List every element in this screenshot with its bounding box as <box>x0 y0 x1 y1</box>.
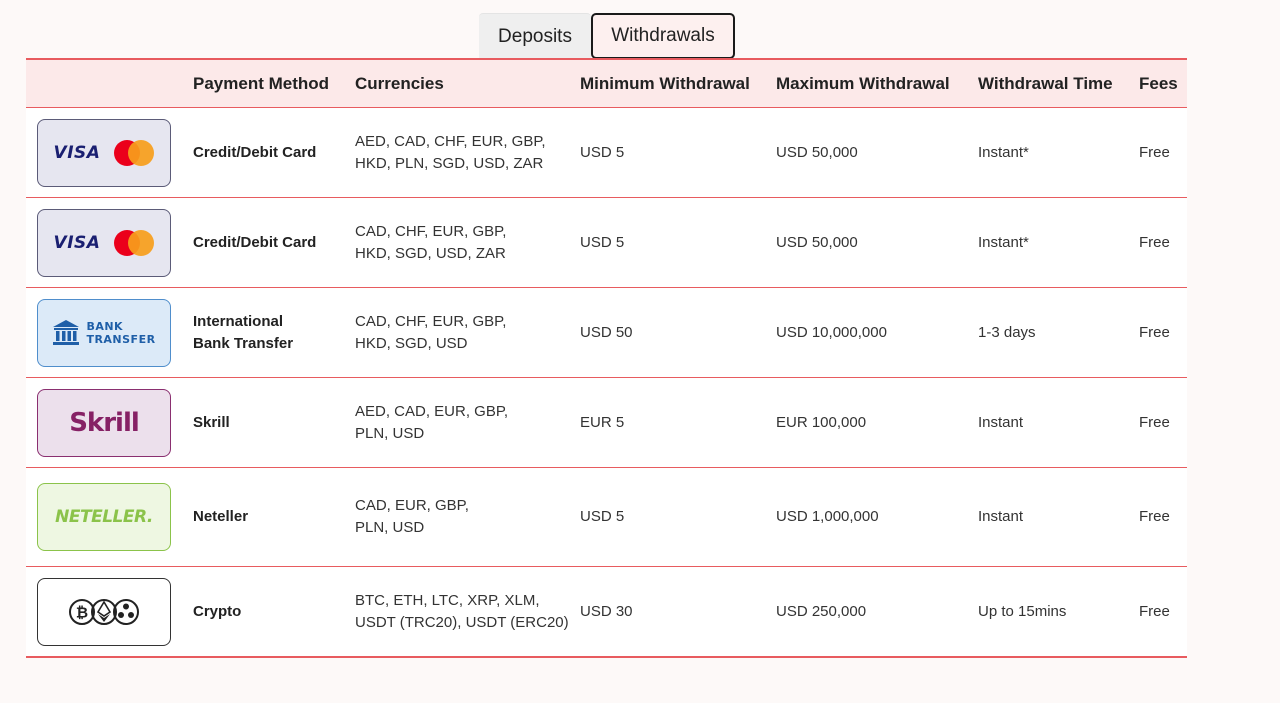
currencies-line: CAD, CHF, EUR, GBP, <box>355 312 507 330</box>
currencies-line: PLN, USD <box>355 424 425 442</box>
skrill-logo-text: Skrill <box>69 407 140 438</box>
table-header: Payment Method Currencies Minimum Withdr… <box>26 60 1187 108</box>
withdrawal-time: 1-3 days <box>978 323 1036 341</box>
table-row: NETELLER. Neteller CAD, EUR, GBP, PLN, US… <box>26 468 1187 567</box>
currencies: BTC, ETH, LTC, XRP, XLM, USDT (TRC20), US… <box>355 567 575 656</box>
maximum-withdrawal: USD 1,000,000 <box>776 508 879 525</box>
payment-method: Skrill <box>193 413 230 431</box>
payment-method: Credit/Debit Card <box>193 143 317 161</box>
table-row: VISA Credit/Debit Card AED, CAD, CHF, EU… <box>26 108 1187 198</box>
fees: Free <box>1139 508 1170 525</box>
bank-building-icon <box>53 319 80 345</box>
currencies-line: CAD, EUR, GBP, <box>355 497 469 514</box>
minimum-withdrawal: USD 5 <box>580 233 625 251</box>
withdrawal-time: Instant* <box>978 233 1029 251</box>
fees: Free <box>1139 143 1170 161</box>
skrill-logo: Skrill <box>37 388 171 457</box>
visa-mastercard-logo: VISA <box>37 118 171 187</box>
payment-method: Crypto <box>193 602 242 620</box>
payment-method: Credit/Debit Card <box>193 233 317 251</box>
fees: Free <box>1139 233 1170 251</box>
header-payment-method: Payment Method <box>193 74 330 93</box>
minimum-withdrawal: EUR 5 <box>580 413 625 431</box>
payment-methods-page: Deposits Withdrawals Payment Method Curr… <box>0 0 1280 703</box>
visa-logo-text: VISA <box>53 142 101 163</box>
neteller-logo: NETELLER. <box>37 483 171 551</box>
fees: Free <box>1139 602 1170 620</box>
header-withdrawal-time: Withdrawal Time <box>978 74 1113 93</box>
currencies-line: HKD, SGD, USD <box>355 334 468 352</box>
crypto-logo: ₿ <box>37 577 171 646</box>
currencies: AED, CAD, CHF, EUR, GBP, HKD, PLN, SGD, U… <box>355 108 575 197</box>
payment-method: Neteller <box>193 508 249 525</box>
tab-bar: Deposits Withdrawals <box>479 13 735 59</box>
logo-cell: VISA <box>37 198 171 287</box>
maximum-withdrawal: USD 10,000,000 <box>776 323 887 341</box>
table-row: ₿ Crypto BTC, ETH, LTC, XRP, XLM, USDT (T… <box>26 567 1187 658</box>
withdrawal-time: Up to 15mins <box>978 602 1067 620</box>
currencies-line: HKD, PLN, SGD, USD, ZAR <box>355 154 544 172</box>
currencies: AED, CAD, EUR, GBP, PLN, USD <box>355 378 575 467</box>
logo-cell: Skrill <box>37 378 171 467</box>
bank-logo-text: BANK TRANSFER <box>86 319 156 346</box>
visa-mastercard-logo: VISA <box>37 208 171 277</box>
mastercard-icon <box>114 139 155 166</box>
fees: Free <box>1139 323 1170 341</box>
logo-cell: NETELLER. <box>37 468 171 566</box>
logo-cell: VISA <box>37 108 171 197</box>
tab-withdrawals[interactable]: Withdrawals <box>591 13 735 59</box>
currencies: CAD, CHF, EUR, GBP, HKD, SGD, USD <box>355 288 575 377</box>
table-row: BANK TRANSFER International Bank Transfer… <box>26 288 1187 378</box>
mastercard-icon <box>114 229 155 256</box>
logo-cell: BANK TRANSFER <box>37 288 171 377</box>
header-fees: Fees <box>1139 74 1178 93</box>
neteller-logo-text: NETELLER. <box>55 507 153 527</box>
withdrawal-time: Instant* <box>978 143 1029 161</box>
currencies: CAD, CHF, EUR, GBP, HKD, SGD, USD, ZAR <box>355 198 575 287</box>
table-row: Skrill Skrill AED, CAD, EUR, GBP, PLN, US… <box>26 378 1187 468</box>
currencies-line: AED, CAD, CHF, EUR, GBP, <box>355 132 546 150</box>
fees: Free <box>1139 413 1170 431</box>
svg-text:₿: ₿ <box>76 603 88 621</box>
currencies-line: PLN, USD <box>355 519 425 536</box>
table-row: VISA Credit/Debit Card CAD, CHF, EUR, GB… <box>26 198 1187 288</box>
payment-method: International Bank Transfer <box>193 312 294 352</box>
maximum-withdrawal: USD 50,000 <box>776 143 858 161</box>
header-maximum-withdrawal: Maximum Withdrawal <box>776 74 950 93</box>
currencies-line: BTC, ETH, LTC, XRP, XLM, <box>355 591 540 609</box>
tab-deposits[interactable]: Deposits <box>479 13 591 59</box>
currencies-line: HKD, SGD, USD, ZAR <box>355 244 506 262</box>
currencies-line: AED, CAD, EUR, GBP, <box>355 402 509 420</box>
crypto-coins-icon: ₿ <box>69 598 139 625</box>
maximum-withdrawal: USD 250,000 <box>776 602 867 620</box>
currencies-line: CAD, CHF, EUR, GBP, <box>355 222 507 240</box>
header-minimum-withdrawal: Minimum Withdrawal <box>580 74 750 93</box>
visa-logo-text: VISA <box>53 232 101 253</box>
minimum-withdrawal: USD 5 <box>580 508 625 525</box>
currencies: CAD, EUR, GBP, PLN, USD <box>355 468 575 566</box>
withdrawal-time: Instant <box>978 508 1024 525</box>
minimum-withdrawal: USD 50 <box>580 323 633 341</box>
minimum-withdrawal: USD 5 <box>580 143 625 161</box>
minimum-withdrawal: USD 30 <box>580 602 633 620</box>
header-currencies: Currencies <box>355 74 444 93</box>
logo-cell: ₿ <box>37 567 171 656</box>
maximum-withdrawal: USD 50,000 <box>776 233 858 251</box>
maximum-withdrawal: EUR 100,000 <box>776 413 867 431</box>
bank-transfer-logo: BANK TRANSFER <box>37 298 171 367</box>
withdrawals-table: Payment Method Currencies Minimum Withdr… <box>26 58 1187 658</box>
withdrawal-time: Instant <box>978 413 1024 431</box>
currencies-line: USDT (TRC20), USDT (ERC20) <box>355 613 569 631</box>
